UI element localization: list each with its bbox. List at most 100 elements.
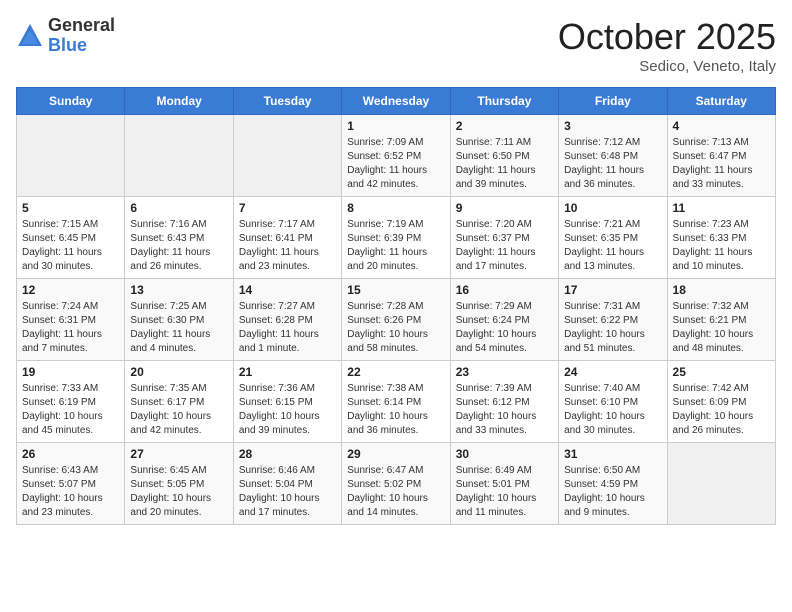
day-number: 24 bbox=[564, 365, 661, 379]
day-info: Sunrise: 6:46 AM Sunset: 5:04 PM Dayligh… bbox=[239, 464, 336, 520]
calendar-cell: 13 Sunrise: 7:25 AM Sunset: 6:30 PM Dayli… bbox=[125, 279, 233, 361]
calendar-cell: 15Sunrise: 7:28 AM Sunset: 6:26 PM Dayli… bbox=[342, 279, 450, 361]
day-number: 21 bbox=[239, 365, 336, 379]
calendar-week-row: 26Sunrise: 6:43 AM Sunset: 5:07 PM Dayli… bbox=[17, 443, 776, 525]
day-info: Sunrise: 7:09 AM Sunset: 6:52 PM Dayligh… bbox=[347, 136, 444, 192]
day-number: 18 bbox=[673, 283, 770, 297]
day-info: Sunrise: 7:33 AM Sunset: 6:19 PM Dayligh… bbox=[22, 382, 119, 438]
day-number: 25 bbox=[673, 365, 770, 379]
calendar-cell: 27 Sunrise: 6:45 AM Sunset: 5:05 PM Dayli… bbox=[125, 443, 233, 525]
weekday-header-wednesday: Wednesday bbox=[342, 88, 450, 115]
calendar-cell: 28Sunrise: 6:46 AM Sunset: 5:04 PM Dayli… bbox=[233, 443, 341, 525]
calendar-cell: 11 Sunrise: 7:23 AM Sunset: 6:33 PM Dayli… bbox=[667, 197, 775, 279]
calendar-week-row: 19 Sunrise: 7:33 AM Sunset: 6:19 PM Dayli… bbox=[17, 361, 776, 443]
day-info: Sunrise: 7:27 AM Sunset: 6:28 PM Dayligh… bbox=[239, 300, 336, 356]
day-number: 13 bbox=[130, 283, 227, 297]
calendar-cell: 22Sunrise: 7:38 AM Sunset: 6:14 PM Dayli… bbox=[342, 361, 450, 443]
calendar-cell: 3Sunrise: 7:12 AM Sunset: 6:48 PM Daylig… bbox=[559, 115, 667, 197]
calendar-cell: 23 Sunrise: 7:39 AM Sunset: 6:12 PM Dayli… bbox=[450, 361, 558, 443]
day-info: Sunrise: 7:24 AM Sunset: 6:31 PM Dayligh… bbox=[22, 300, 119, 356]
day-number: 7 bbox=[239, 201, 336, 215]
day-number: 8 bbox=[347, 201, 444, 215]
calendar-cell: 31 Sunrise: 6:50 AM Sunset: 4:59 PM Dayli… bbox=[559, 443, 667, 525]
day-number: 10 bbox=[564, 201, 661, 215]
location-subtitle: Sedico, Veneto, Italy bbox=[558, 58, 776, 75]
calendar-cell: 2Sunrise: 7:11 AM Sunset: 6:50 PM Daylig… bbox=[450, 115, 558, 197]
day-info: Sunrise: 6:45 AM Sunset: 5:05 PM Dayligh… bbox=[130, 464, 227, 520]
weekday-header-row: SundayMondayTuesdayWednesdayThursdayFrid… bbox=[17, 88, 776, 115]
logo-general-text: General bbox=[48, 16, 115, 36]
day-number: 9 bbox=[456, 201, 553, 215]
calendar-cell: 7Sunrise: 7:17 AM Sunset: 6:41 PM Daylig… bbox=[233, 197, 341, 279]
calendar-table: SundayMondayTuesdayWednesdayThursdayFrid… bbox=[16, 87, 776, 525]
weekday-header-monday: Monday bbox=[125, 88, 233, 115]
day-info: Sunrise: 6:43 AM Sunset: 5:07 PM Dayligh… bbox=[22, 464, 119, 520]
day-info: Sunrise: 7:28 AM Sunset: 6:26 PM Dayligh… bbox=[347, 300, 444, 356]
calendar-cell: 17 Sunrise: 7:31 AM Sunset: 6:22 PM Dayli… bbox=[559, 279, 667, 361]
day-number: 20 bbox=[130, 365, 227, 379]
day-number: 14 bbox=[239, 283, 336, 297]
day-number: 29 bbox=[347, 447, 444, 461]
weekday-header-saturday: Saturday bbox=[667, 88, 775, 115]
day-number: 11 bbox=[673, 201, 770, 215]
calendar-cell: 10 Sunrise: 7:21 AM Sunset: 6:35 PM Dayli… bbox=[559, 197, 667, 279]
day-info: Sunrise: 7:19 AM Sunset: 6:39 PM Dayligh… bbox=[347, 218, 444, 274]
calendar-cell bbox=[667, 443, 775, 525]
calendar-cell: 21 Sunrise: 7:36 AM Sunset: 6:15 PM Dayli… bbox=[233, 361, 341, 443]
calendar-cell: 5Sunrise: 7:15 AM Sunset: 6:45 PM Daylig… bbox=[17, 197, 125, 279]
day-number: 31 bbox=[564, 447, 661, 461]
calendar-cell: 29 Sunrise: 6:47 AM Sunset: 5:02 PM Dayli… bbox=[342, 443, 450, 525]
day-info: Sunrise: 6:47 AM Sunset: 5:02 PM Dayligh… bbox=[347, 464, 444, 520]
day-info: Sunrise: 7:16 AM Sunset: 6:43 PM Dayligh… bbox=[130, 218, 227, 274]
calendar-week-row: 1 Sunrise: 7:09 AM Sunset: 6:52 PM Daylig… bbox=[17, 115, 776, 197]
calendar-week-row: 5Sunrise: 7:15 AM Sunset: 6:45 PM Daylig… bbox=[17, 197, 776, 279]
calendar-cell: 1 Sunrise: 7:09 AM Sunset: 6:52 PM Daylig… bbox=[342, 115, 450, 197]
day-number: 27 bbox=[130, 447, 227, 461]
calendar-cell: 19 Sunrise: 7:33 AM Sunset: 6:19 PM Dayli… bbox=[17, 361, 125, 443]
day-info: Sunrise: 7:21 AM Sunset: 6:35 PM Dayligh… bbox=[564, 218, 661, 274]
day-info: Sunrise: 7:42 AM Sunset: 6:09 PM Dayligh… bbox=[673, 382, 770, 438]
day-info: Sunrise: 7:35 AM Sunset: 6:17 PM Dayligh… bbox=[130, 382, 227, 438]
day-number: 6 bbox=[130, 201, 227, 215]
page-header: General Blue October 2025 Sedico, Veneto… bbox=[16, 16, 776, 75]
calendar-cell: 12 Sunrise: 7:24 AM Sunset: 6:31 PM Dayli… bbox=[17, 279, 125, 361]
calendar-week-row: 12 Sunrise: 7:24 AM Sunset: 6:31 PM Dayli… bbox=[17, 279, 776, 361]
day-number: 30 bbox=[456, 447, 553, 461]
day-info: Sunrise: 7:13 AM Sunset: 6:47 PM Dayligh… bbox=[673, 136, 770, 192]
logo-icon bbox=[16, 22, 44, 50]
calendar-body: 1 Sunrise: 7:09 AM Sunset: 6:52 PM Daylig… bbox=[17, 115, 776, 525]
day-info: Sunrise: 7:29 AM Sunset: 6:24 PM Dayligh… bbox=[456, 300, 553, 356]
month-title: October 2025 bbox=[558, 16, 776, 58]
calendar-cell: 26Sunrise: 6:43 AM Sunset: 5:07 PM Dayli… bbox=[17, 443, 125, 525]
day-number: 19 bbox=[22, 365, 119, 379]
calendar-header: SundayMondayTuesdayWednesdayThursdayFrid… bbox=[17, 88, 776, 115]
day-info: Sunrise: 7:25 AM Sunset: 6:30 PM Dayligh… bbox=[130, 300, 227, 356]
day-info: Sunrise: 7:20 AM Sunset: 6:37 PM Dayligh… bbox=[456, 218, 553, 274]
day-info: Sunrise: 7:31 AM Sunset: 6:22 PM Dayligh… bbox=[564, 300, 661, 356]
day-info: Sunrise: 6:50 AM Sunset: 4:59 PM Dayligh… bbox=[564, 464, 661, 520]
day-number: 17 bbox=[564, 283, 661, 297]
day-info: Sunrise: 7:39 AM Sunset: 6:12 PM Dayligh… bbox=[456, 382, 553, 438]
logo-blue-text: Blue bbox=[48, 36, 115, 56]
weekday-header-thursday: Thursday bbox=[450, 88, 558, 115]
day-info: Sunrise: 7:23 AM Sunset: 6:33 PM Dayligh… bbox=[673, 218, 770, 274]
calendar-cell: 16 Sunrise: 7:29 AM Sunset: 6:24 PM Dayli… bbox=[450, 279, 558, 361]
weekday-header-sunday: Sunday bbox=[17, 88, 125, 115]
calendar-cell: 30Sunrise: 6:49 AM Sunset: 5:01 PM Dayli… bbox=[450, 443, 558, 525]
calendar-cell: 8 Sunrise: 7:19 AM Sunset: 6:39 PM Daylig… bbox=[342, 197, 450, 279]
calendar-cell: 18 Sunrise: 7:32 AM Sunset: 6:21 PM Dayli… bbox=[667, 279, 775, 361]
day-info: Sunrise: 7:36 AM Sunset: 6:15 PM Dayligh… bbox=[239, 382, 336, 438]
day-number: 1 bbox=[347, 119, 444, 133]
calendar-cell: 20 Sunrise: 7:35 AM Sunset: 6:17 PM Dayli… bbox=[125, 361, 233, 443]
calendar-cell: 6 Sunrise: 7:16 AM Sunset: 6:43 PM Daylig… bbox=[125, 197, 233, 279]
day-number: 22 bbox=[347, 365, 444, 379]
day-number: 12 bbox=[22, 283, 119, 297]
day-number: 23 bbox=[456, 365, 553, 379]
logo: General Blue bbox=[16, 16, 115, 56]
day-info: Sunrise: 7:12 AM Sunset: 6:48 PM Dayligh… bbox=[564, 136, 661, 192]
day-number: 16 bbox=[456, 283, 553, 297]
calendar-cell bbox=[233, 115, 341, 197]
calendar-cell: 14 Sunrise: 7:27 AM Sunset: 6:28 PM Dayli… bbox=[233, 279, 341, 361]
day-info: Sunrise: 7:11 AM Sunset: 6:50 PM Dayligh… bbox=[456, 136, 553, 192]
day-info: Sunrise: 7:32 AM Sunset: 6:21 PM Dayligh… bbox=[673, 300, 770, 356]
